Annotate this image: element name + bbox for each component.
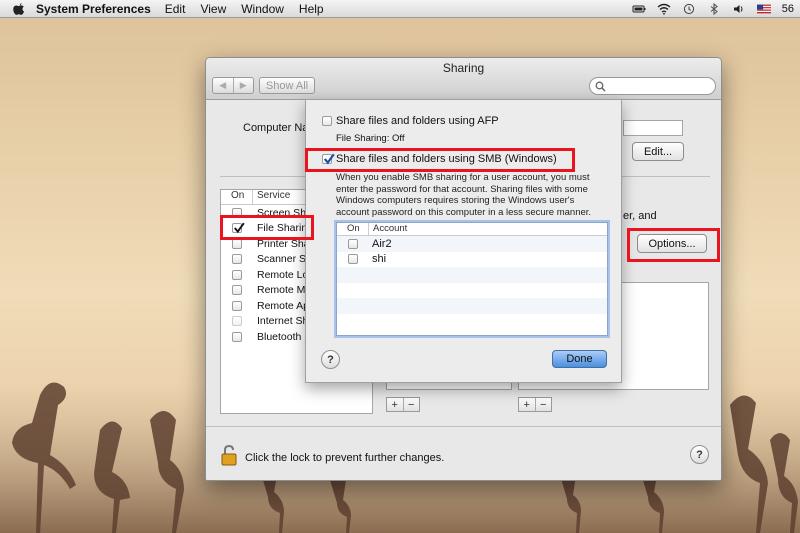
menubar-clock[interactable]: 56 <box>782 3 794 15</box>
menu-bar: System Preferences Edit View Window Help… <box>0 0 800 18</box>
window-title: Sharing <box>442 61 485 75</box>
accounts-header: On Account <box>337 223 607 236</box>
afp-option[interactable]: Share files and folders using AFP <box>322 115 499 127</box>
service-checkbox[interactable] <box>232 254 242 265</box>
account-row-shi[interactable]: shi <box>337 251 607 267</box>
afp-status: File Sharing: Off <box>336 133 405 144</box>
search-field[interactable] <box>589 77 716 95</box>
remove-user-button[interactable]: − <box>534 398 552 411</box>
highlight-file-sharing <box>220 215 314 240</box>
bluetooth-icon[interactable] <box>707 2 721 15</box>
service-checkbox[interactable] <box>232 269 242 280</box>
lock-message: Click the lock to prevent further change… <box>245 452 445 464</box>
show-all-button[interactable]: Show All <box>259 77 315 94</box>
computer-name-field[interactable] <box>623 120 683 136</box>
battery-icon[interactable] <box>632 3 646 15</box>
empty-row <box>337 298 607 314</box>
column-account[interactable]: Account <box>369 223 407 235</box>
afp-checkbox[interactable] <box>322 116 332 126</box>
apple-icon[interactable] <box>12 2 26 16</box>
remove-folder-button[interactable]: − <box>402 398 420 411</box>
folders-add-remove: + − <box>386 397 420 412</box>
service-checkbox[interactable] <box>232 238 242 249</box>
service-checkbox[interactable] <box>232 285 242 296</box>
wifi-icon[interactable] <box>657 3 671 15</box>
service-name: Scanner Sh <box>257 253 312 266</box>
empty-row <box>337 267 607 283</box>
account-row-air2[interactable]: Air2 <box>337 236 607 252</box>
service-name: Remote Ap <box>257 299 309 312</box>
help-button[interactable]: ? <box>690 445 709 464</box>
service-name: Bluetooth S <box>257 330 312 343</box>
smb-description: When you enable SMB sharing for a user a… <box>336 172 592 218</box>
account-name: Air2 <box>372 237 392 250</box>
service-checkbox[interactable] <box>232 331 242 342</box>
done-button[interactable]: Done <box>552 350 607 368</box>
highlight-options-button <box>627 228 720 262</box>
menu-help[interactable]: Help <box>299 2 324 16</box>
account-checkbox[interactable] <box>348 238 358 249</box>
column-on[interactable]: On <box>337 223 369 235</box>
account-checkbox[interactable] <box>348 254 358 265</box>
computer-name-label: Computer Na <box>243 122 309 134</box>
empty-row <box>337 313 607 329</box>
back-forward-buttons[interactable]: ◀ ▶ <box>212 77 254 94</box>
menu-edit[interactable]: Edit <box>165 2 186 16</box>
edit-button[interactable]: Edit... <box>632 142 684 161</box>
account-name: shi <box>372 253 387 266</box>
service-checkbox[interactable] <box>232 316 242 327</box>
empty-row <box>337 282 607 298</box>
time-machine-icon[interactable] <box>682 3 696 15</box>
sheet-help-button[interactable]: ? <box>321 350 340 369</box>
forward-arrow-icon[interactable]: ▶ <box>232 78 254 93</box>
afp-label: Share files and folders using AFP <box>336 115 499 127</box>
column-on[interactable]: On <box>221 190 253 204</box>
description-fragment: er, and <box>623 210 657 222</box>
accounts-rows: Air2 shi <box>337 236 607 329</box>
menu-window[interactable]: Window <box>241 2 284 16</box>
volume-icon[interactable] <box>732 3 746 15</box>
add-user-button[interactable]: + <box>519 398 535 411</box>
window-toolbar: Sharing ◀ ▶ Show All <box>206 58 721 100</box>
smb-accounts-list: On Account Air2 shi <box>336 222 608 336</box>
menu-view[interactable]: View <box>200 2 226 16</box>
options-sheet: Share files and folders using AFP File S… <box>305 99 622 383</box>
users-add-remove: + − <box>518 397 552 412</box>
us-flag-icon[interactable] <box>756 3 771 15</box>
separator <box>206 426 721 427</box>
service-name: Internet Sh <box>257 315 309 328</box>
back-arrow-icon[interactable]: ◀ <box>213 78 233 93</box>
lock-icon[interactable] <box>220 444 238 466</box>
menu-app-name[interactable]: System Preferences <box>36 2 151 16</box>
add-folder-button[interactable]: + <box>387 398 403 411</box>
search-icon <box>595 81 606 92</box>
service-name: Remote Lo <box>257 268 309 281</box>
highlight-smb-option <box>305 148 575 172</box>
service-name: Remote Ma <box>257 284 312 297</box>
column-service[interactable]: Service <box>253 190 290 204</box>
service-checkbox[interactable] <box>232 300 242 311</box>
